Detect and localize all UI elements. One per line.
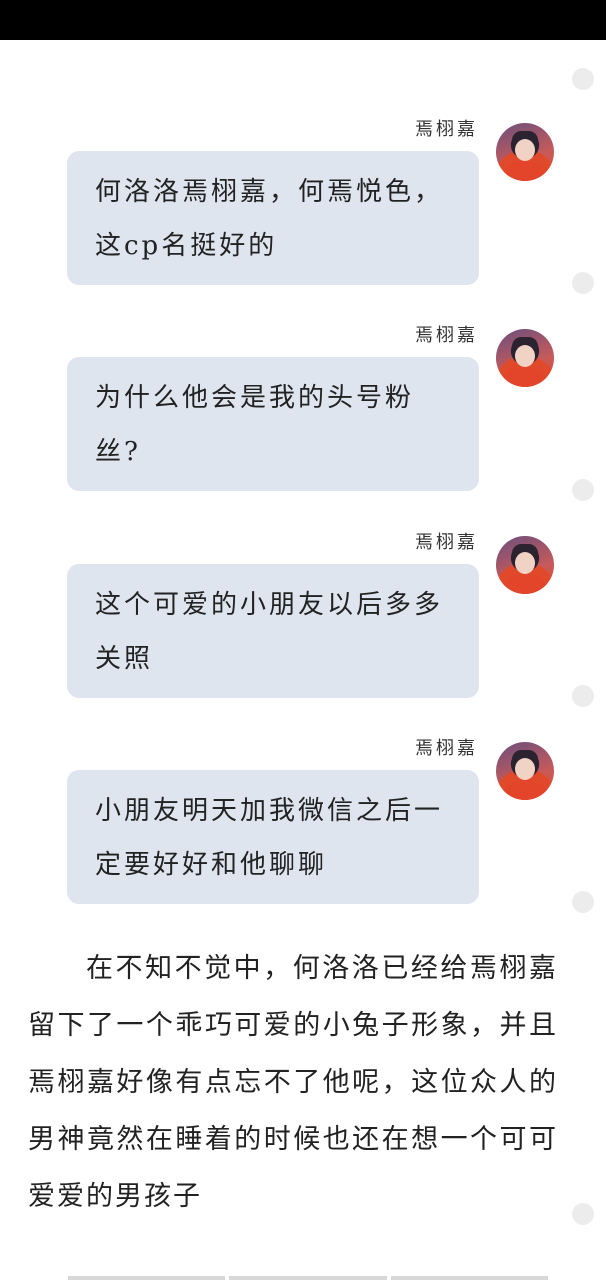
chat-message: 焉栩嘉 为什么他会是我的头号粉丝? [0,321,606,521]
chat-message: 焉栩嘉 这个可爱的小朋友以后多多关照 [0,528,606,728]
status-bar [0,0,606,40]
avatar[interactable] [496,329,554,387]
avatar[interactable] [496,123,554,181]
bottom-tab-segment[interactable] [229,1276,387,1280]
message-bubble: 为什么他会是我的头号粉丝? [67,357,479,491]
avatar[interactable] [496,536,554,594]
scroll-indicator-dot [572,1203,594,1225]
avatar[interactable] [496,742,554,800]
sender-name: 焉栩嘉 [415,119,478,140]
sender-name: 焉栩嘉 [415,325,478,346]
bottom-tab-segment[interactable] [390,1276,548,1280]
scroll-indicator-dot [572,68,594,90]
sender-name: 焉栩嘉 [415,532,478,553]
message-bubble: 这个可爱的小朋友以后多多关照 [67,564,479,698]
sender-name: 焉栩嘉 [415,738,478,759]
message-bubble: 何洛洛焉栩嘉，何焉悦色，这cp名挺好的 [67,151,479,285]
message-bubble: 小朋友明天加我微信之后一定要好好和他聊聊 [67,770,479,904]
narrative-paragraph: 在不知不觉中，何洛洛已经给焉栩嘉留下了一个乖巧可爱的小兔子形象，并且焉栩嘉好像有… [28,953,558,1212]
bottom-tab-bar [68,1276,548,1280]
bottom-tab-segment[interactable] [68,1276,226,1280]
chat-message: 焉栩嘉 小朋友明天加我微信之后一定要好好和他聊聊 [0,734,606,934]
chat-message: 焉栩嘉 何洛洛焉栩嘉，何焉悦色，这cp名挺好的 [0,115,606,315]
chat-page: 焉栩嘉 何洛洛焉栩嘉，何焉悦色，这cp名挺好的 焉栩嘉 为什么他会是我的头号粉丝… [0,40,606,1280]
